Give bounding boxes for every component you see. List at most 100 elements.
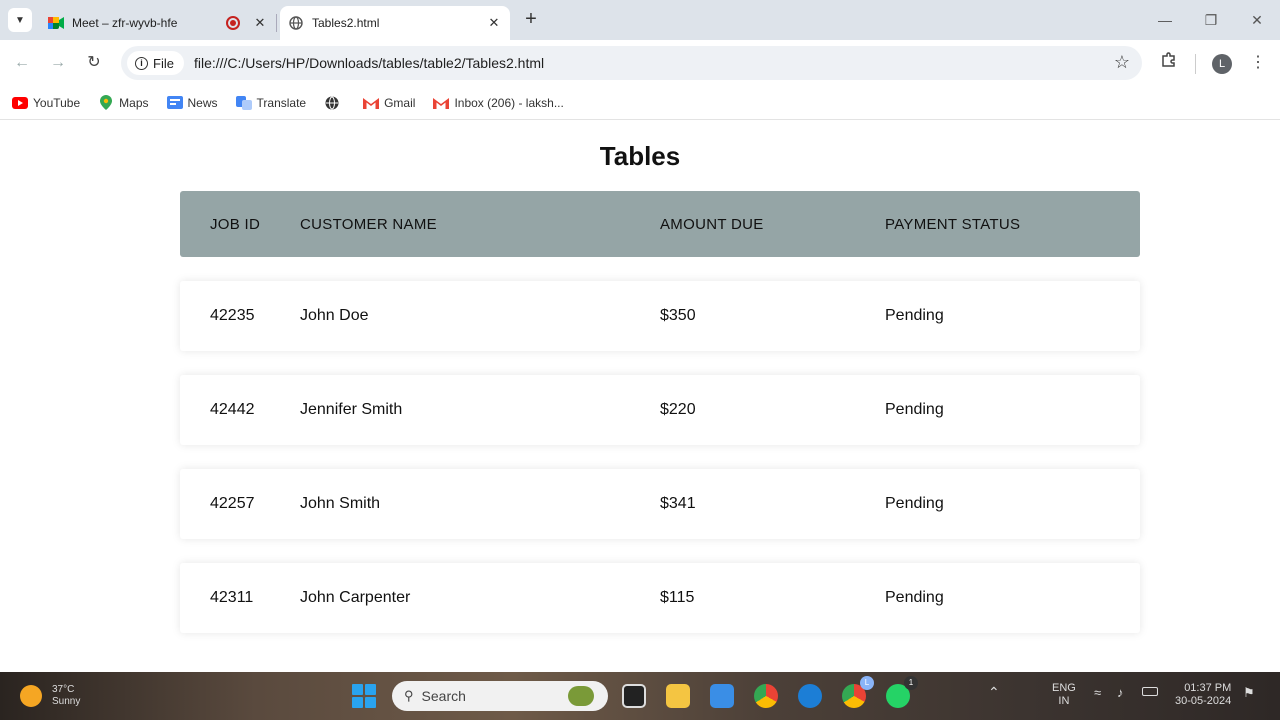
tab-tables2[interactable]: Tables2.html ✕: [280, 6, 510, 40]
header-customer-name: CUSTOMER NAME: [300, 215, 437, 233]
minimize-icon[interactable]: —: [1153, 8, 1177, 32]
table-header: JOB ID CUSTOMER NAME AMOUNT DUE PAYMENT …: [180, 191, 1140, 257]
task-view-icon[interactable]: [622, 684, 646, 708]
bookmark-inbox[interactable]: Inbox (206) - laksh...: [433, 95, 564, 110]
news-icon: [166, 96, 183, 110]
windows-start-icon[interactable]: [352, 684, 376, 708]
search-highlight-icon: [568, 686, 594, 706]
volume-icon[interactable]: ♪: [1117, 686, 1124, 699]
tab-meet[interactable]: Meet – zfr-wyvb-hfe ✕: [40, 6, 276, 40]
cell-job-id: 42235: [210, 307, 255, 324]
cell-job-id: 42311: [210, 589, 254, 606]
windows-taskbar: 37°C Sunny ⚲ Search L 1 ⌃ ENG IN ≈ ♪ 01:…: [0, 672, 1280, 720]
wifi-icon[interactable]: ≈: [1094, 686, 1101, 699]
weather-temp: 37°C: [52, 684, 75, 695]
back-arrow-icon[interactable]: ←: [10, 51, 34, 75]
table-row: 42235 John Doe $350 Pending: [180, 281, 1140, 351]
page-title: Tables: [599, 141, 681, 171]
address-bar[interactable]: i File file:///C:/Users/HP/Downloads/tab…: [121, 46, 1142, 80]
recording-indicator-icon: [226, 16, 240, 30]
language-code: ENG: [1052, 682, 1076, 694]
file-explorer-icon[interactable]: [666, 684, 690, 708]
globe-icon: [288, 15, 304, 31]
tab-divider: [276, 14, 277, 32]
bookmark-youtube[interactable]: YouTube: [12, 96, 80, 110]
menu-kebab-icon[interactable]: ⋮: [1246, 51, 1270, 75]
tab-search-chevron-icon[interactable]: ▼: [8, 8, 32, 32]
header-job-id: JOB ID: [210, 215, 261, 233]
cell-amount-due: $350: [660, 307, 696, 324]
clock[interactable]: 01:37 PM 30-05-2024: [1175, 682, 1231, 708]
cell-amount-due: $341: [660, 495, 696, 512]
bookmark-gmail[interactable]: Gmail: [363, 96, 415, 110]
bookmark-label: News: [187, 95, 218, 110]
scheme-label: File: [153, 55, 174, 71]
bookmark-label: YouTube: [33, 95, 81, 110]
taskbar-search-box[interactable]: ⚲ Search: [392, 681, 608, 711]
bookmark-translate[interactable]: Translate: [235, 95, 307, 110]
forward-arrow-icon[interactable]: →: [46, 51, 70, 75]
bookmark-globe[interactable]: [324, 96, 345, 110]
chrome-profile-badge: L: [860, 676, 874, 690]
header-amount-due: AMOUNT DUE: [660, 215, 764, 233]
cell-job-id: 42257: [210, 495, 255, 512]
bookmarks-bar: YouTube Maps News Translate Gmail Inbox …: [0, 86, 1280, 120]
cell-payment-status: Pending: [885, 589, 944, 606]
info-icon: i: [135, 56, 148, 70]
battery-icon[interactable]: [1142, 687, 1158, 696]
bookmark-label: Maps: [119, 95, 149, 110]
close-tab-icon[interactable]: ✕: [486, 15, 502, 31]
new-tab-button[interactable]: +: [520, 9, 542, 31]
cell-amount-due: $220: [660, 401, 696, 418]
close-tab-icon[interactable]: ✕: [252, 15, 268, 31]
tab-title: Meet – zfr-wyvb-hfe: [72, 16, 178, 30]
cell-job-id: 42442: [210, 401, 255, 418]
language-indicator[interactable]: ENG IN: [1052, 682, 1076, 708]
clock-date: 30-05-2024: [1175, 695, 1232, 707]
chrome-profile-icon[interactable]: L: [842, 676, 874, 708]
profile-avatar[interactable]: L: [1212, 54, 1232, 74]
translate-icon: [235, 95, 252, 110]
cell-customer-name: John Carpenter: [300, 589, 411, 606]
bookmark-star-icon[interactable]: ☆: [1114, 52, 1130, 73]
close-window-icon[interactable]: ✕: [1245, 8, 1269, 32]
site-info-chip[interactable]: i File: [127, 51, 184, 75]
cell-customer-name: Jennifer Smith: [300, 401, 403, 418]
maps-icon: [98, 95, 114, 110]
toolbar-separator: [1195, 54, 1196, 74]
bookmark-label: Translate: [256, 95, 307, 110]
edge-icon[interactable]: [798, 684, 822, 708]
reload-icon[interactable]: ↻: [82, 51, 106, 75]
tab-strip: ▼ Meet – zfr-wyvb-hfe ✕ Tables2.html ✕ +…: [0, 0, 1280, 40]
globe-icon: [324, 96, 340, 110]
url-text[interactable]: file:///C:/Users/HP/Downloads/tables/tab…: [194, 55, 544, 71]
chevron-up-icon[interactable]: ⌃: [988, 685, 1000, 699]
bookmark-news[interactable]: News: [166, 95, 218, 110]
bookmark-maps[interactable]: Maps: [98, 95, 149, 110]
weather-widget[interactable]: 37°C Sunny: [20, 684, 80, 708]
weather-condition: Sunny: [52, 696, 81, 707]
restore-icon[interactable]: ❐: [1199, 8, 1223, 32]
bookmark-label: Gmail: [384, 95, 416, 110]
search-icon: ⚲: [404, 688, 414, 703]
sun-icon: [20, 685, 42, 707]
language-region: IN: [1058, 695, 1070, 707]
table-row: 42311 John Carpenter $115 Pending: [180, 563, 1140, 633]
header-payment-status: PAYMENT STATUS: [885, 215, 1021, 233]
table-row: 42257 John Smith $341 Pending: [180, 469, 1140, 539]
chrome-icon[interactable]: [754, 684, 778, 708]
gmail-icon: [363, 96, 380, 110]
whatsapp-icon[interactable]: 1: [886, 676, 918, 708]
cell-payment-status: Pending: [885, 495, 944, 512]
cell-payment-status: Pending: [885, 401, 944, 418]
bookmark-label: Inbox (206) - laksh...: [454, 95, 564, 110]
notification-bell-icon[interactable]: ⚑: [1243, 686, 1255, 699]
google-meet-icon: [48, 15, 64, 31]
cell-customer-name: John Smith: [300, 495, 381, 512]
extensions-puzzle-icon[interactable]: [1157, 51, 1181, 75]
cell-payment-status: Pending: [885, 307, 944, 324]
tab-title: Tables2.html: [312, 16, 380, 30]
gmail-icon: [433, 96, 450, 110]
cell-customer-name: John Doe: [300, 307, 369, 324]
outlook-icon[interactable]: [710, 684, 734, 708]
